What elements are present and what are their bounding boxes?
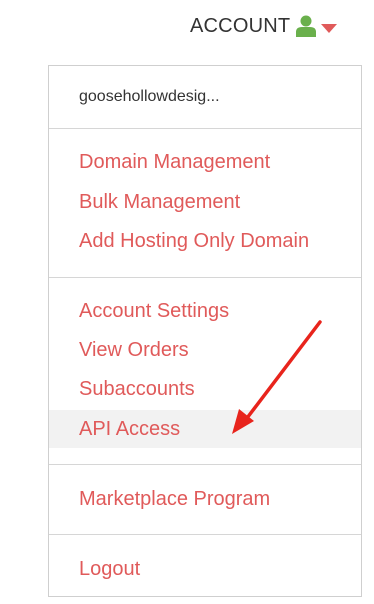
page: ACCOUNT goosehollowdesig... Domain Manag… (0, 0, 374, 604)
menu-item-logout[interactable]: Logout (49, 550, 361, 588)
menu-item-domain-management[interactable]: Domain Management (49, 143, 361, 181)
menu-item-account-settings[interactable]: Account Settings (49, 292, 361, 330)
menu-item-add-hosting-only-domain[interactable]: Add Hosting Only Domain (49, 222, 361, 260)
menu-item-marketplace-program[interactable]: Marketplace Program (49, 480, 361, 518)
user-icon (296, 15, 317, 37)
divider (49, 534, 361, 535)
divider (49, 277, 361, 278)
account-menu-toggle[interactable]: ACCOUNT (190, 12, 338, 40)
menu-item-api-access[interactable]: API Access (49, 410, 361, 448)
divider (49, 128, 361, 129)
menu-item-subaccounts[interactable]: Subaccounts (49, 370, 361, 408)
username: goosehollowdesig... (79, 88, 220, 105)
menu-item-view-orders[interactable]: View Orders (49, 331, 361, 369)
menu-item-bulk-management[interactable]: Bulk Management (49, 183, 361, 221)
account-dropdown: goosehollowdesig... Domain Management Bu… (48, 65, 362, 597)
caret-down-icon (321, 21, 338, 33)
divider (49, 464, 361, 465)
account-label: ACCOUNT (190, 14, 291, 37)
